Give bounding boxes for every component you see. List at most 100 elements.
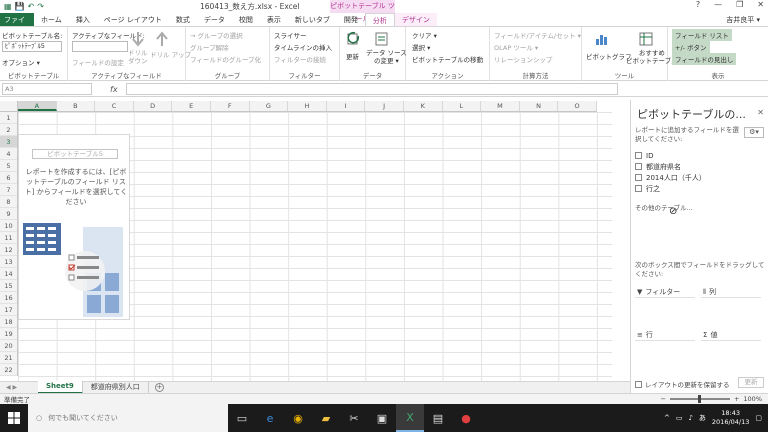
column-header[interactable]: L bbox=[443, 101, 482, 111]
clock[interactable]: 18:43 2016/04/13 bbox=[712, 409, 749, 427]
user-name[interactable]: 吉井良平 ▾ bbox=[726, 13, 768, 26]
add-sheet-icon[interactable]: + bbox=[154, 383, 164, 392]
row-header[interactable]: 6 bbox=[0, 172, 17, 184]
close-icon[interactable]: ✕ bbox=[757, 0, 764, 9]
undo-icon[interactable]: ↶ bbox=[28, 2, 35, 11]
relationships-button[interactable]: リレーションシップ bbox=[494, 54, 552, 64]
column-header[interactable]: D bbox=[134, 101, 173, 111]
row-header[interactable]: 15 bbox=[0, 280, 17, 292]
zoom-out-icon[interactable]: − bbox=[661, 395, 666, 403]
column-header[interactable]: J bbox=[365, 101, 404, 111]
chrome-icon[interactable]: ◉ bbox=[284, 404, 312, 432]
row-header[interactable]: 1 bbox=[0, 112, 17, 124]
row-header[interactable]: 17 bbox=[0, 304, 17, 316]
tab-view[interactable]: 表示 bbox=[260, 13, 288, 26]
area-values[interactable]: Σ値 bbox=[703, 330, 767, 340]
tab-analyze[interactable]: 分析 bbox=[364, 13, 395, 26]
olap-tools-button[interactable]: OLAP ツール ▾ bbox=[494, 42, 538, 52]
redo-icon[interactable]: ↷ bbox=[37, 2, 44, 11]
tray-up-icon[interactable]: ^ bbox=[664, 414, 670, 422]
notification-icon[interactable]: ▢ bbox=[755, 414, 762, 422]
group-field-button[interactable]: フィールドのグループ化 bbox=[190, 54, 261, 64]
move-pivot-button[interactable]: ピボットテーブルの移動 bbox=[412, 54, 483, 64]
tab-developer[interactable]: 開発 bbox=[337, 13, 365, 26]
drillup-icon[interactable] bbox=[154, 31, 170, 47]
edge-icon[interactable]: e bbox=[256, 404, 284, 432]
plus-minus-toggle[interactable]: +/- ボタン bbox=[672, 41, 710, 53]
checkbox-icon[interactable] bbox=[635, 174, 642, 181]
drilldown-button[interactable]: ドリル ダウン bbox=[128, 49, 148, 65]
sheet-tab-population[interactable]: 都道府県別人口 bbox=[83, 382, 149, 393]
tab-design[interactable]: デザイン bbox=[394, 13, 437, 26]
pivot-name-input[interactable]: ﾋﾟﾎﾞｯﾄﾃｰﾌﾞﾙ5 bbox=[2, 41, 62, 52]
checkbox-icon[interactable] bbox=[635, 152, 642, 159]
maximize-icon[interactable]: ❐ bbox=[736, 0, 743, 9]
row-header[interactable]: 12 bbox=[0, 244, 17, 256]
row-header[interactable]: 7 bbox=[0, 184, 17, 196]
field-item-id[interactable]: ID bbox=[635, 150, 706, 161]
other-tables-link[interactable]: その他のテーブル... bbox=[635, 202, 693, 212]
excel-taskbar-icon[interactable]: X bbox=[396, 404, 424, 432]
row-header[interactable]: 21 bbox=[0, 352, 17, 364]
change-source-icon[interactable] bbox=[374, 31, 390, 47]
row-header[interactable]: 4 bbox=[0, 148, 17, 160]
fields-items-sets-button[interactable]: フィールド/アイテム/セット ▾ bbox=[494, 30, 581, 40]
select-all-corner[interactable] bbox=[0, 101, 18, 112]
store-icon[interactable]: ▣ bbox=[368, 404, 396, 432]
column-header[interactable]: E bbox=[172, 101, 211, 111]
timeline-button[interactable]: タイムラインの挿入 bbox=[274, 42, 332, 52]
pivotchart-icon[interactable] bbox=[594, 31, 610, 47]
recommended-pivot-icon[interactable] bbox=[638, 31, 654, 47]
defer-update[interactable]: レイアウトの更新を保留する bbox=[635, 379, 730, 389]
network-app-icon[interactable]: ✂ bbox=[340, 404, 368, 432]
column-header[interactable]: G bbox=[250, 101, 289, 111]
row-header[interactable]: 8 bbox=[0, 196, 17, 208]
column-header[interactable]: M bbox=[481, 101, 520, 111]
checkbox-icon[interactable] bbox=[635, 185, 642, 192]
field-item-prefecture[interactable]: 都道府県名 bbox=[635, 161, 706, 172]
zoom-in-icon[interactable]: + bbox=[734, 395, 739, 403]
column-header[interactable]: F bbox=[211, 101, 250, 111]
field-headers-toggle[interactable]: フィールドの見出し bbox=[672, 53, 737, 65]
field-item-population[interactable]: 2014人口（千人） bbox=[635, 172, 706, 183]
refresh-button[interactable]: 更新 bbox=[346, 51, 359, 61]
slicer-button[interactable]: スライサー bbox=[274, 30, 307, 40]
notes-icon[interactable]: ▤ bbox=[424, 404, 452, 432]
volume-icon[interactable]: ♪ bbox=[688, 414, 692, 422]
taskbar-search[interactable]: ○ 何でも聞いてください bbox=[28, 404, 228, 432]
minimize-icon[interactable]: — bbox=[714, 0, 722, 9]
task-view-icon[interactable]: ▭ bbox=[228, 404, 256, 432]
row-header[interactable]: 19 bbox=[0, 328, 17, 340]
column-header[interactable]: O bbox=[558, 101, 597, 111]
tab-review[interactable]: 校閲 bbox=[232, 13, 260, 26]
row-header[interactable]: 20 bbox=[0, 340, 17, 352]
field-list-toggle[interactable]: フィールド リスト bbox=[672, 29, 732, 41]
windows-start-icon[interactable] bbox=[0, 404, 28, 432]
insert-function-icon[interactable]: fx bbox=[110, 85, 118, 94]
active-field-input[interactable] bbox=[72, 41, 128, 52]
column-header[interactable]: N bbox=[520, 101, 559, 111]
checkbox-icon[interactable] bbox=[635, 380, 642, 388]
ime-icon[interactable]: あ bbox=[699, 413, 706, 423]
sheet-nav-arrows[interactable]: ◀ ▶ bbox=[0, 384, 38, 391]
tab-formulas[interactable]: 数式 bbox=[169, 13, 197, 26]
update-button[interactable]: 更新 bbox=[738, 377, 764, 388]
field-settings-button[interactable]: フィールドの設定 bbox=[72, 57, 124, 67]
ungroup-button[interactable]: グループ解除 bbox=[190, 42, 229, 52]
clear-button[interactable]: クリア ▾ bbox=[412, 30, 437, 40]
tab-file[interactable]: ファイル bbox=[0, 13, 34, 38]
drilldown-icon[interactable] bbox=[130, 31, 146, 47]
help-icon[interactable]: ? bbox=[696, 0, 700, 9]
save-icon[interactable]: 💾 bbox=[15, 2, 25, 11]
tab-new[interactable]: 新しいタブ bbox=[288, 13, 337, 26]
row-header[interactable]: 18 bbox=[0, 316, 17, 328]
change-source-button[interactable]: データ ソース の変更 ▾ bbox=[366, 49, 407, 65]
area-filter[interactable]: ▼ フィルター bbox=[637, 287, 701, 297]
name-box[interactable]: A3 bbox=[2, 83, 92, 95]
pivotchart-button[interactable]: ピボットグラフ bbox=[586, 51, 632, 61]
formula-input[interactable] bbox=[125, 83, 618, 95]
drillup-button[interactable]: ドリル アップ bbox=[150, 49, 191, 59]
options-button[interactable]: オプション ▾ bbox=[2, 57, 40, 67]
zoom-slider[interactable] bbox=[669, 395, 730, 403]
group-selection-button[interactable]: → グループの選択 bbox=[190, 30, 243, 40]
